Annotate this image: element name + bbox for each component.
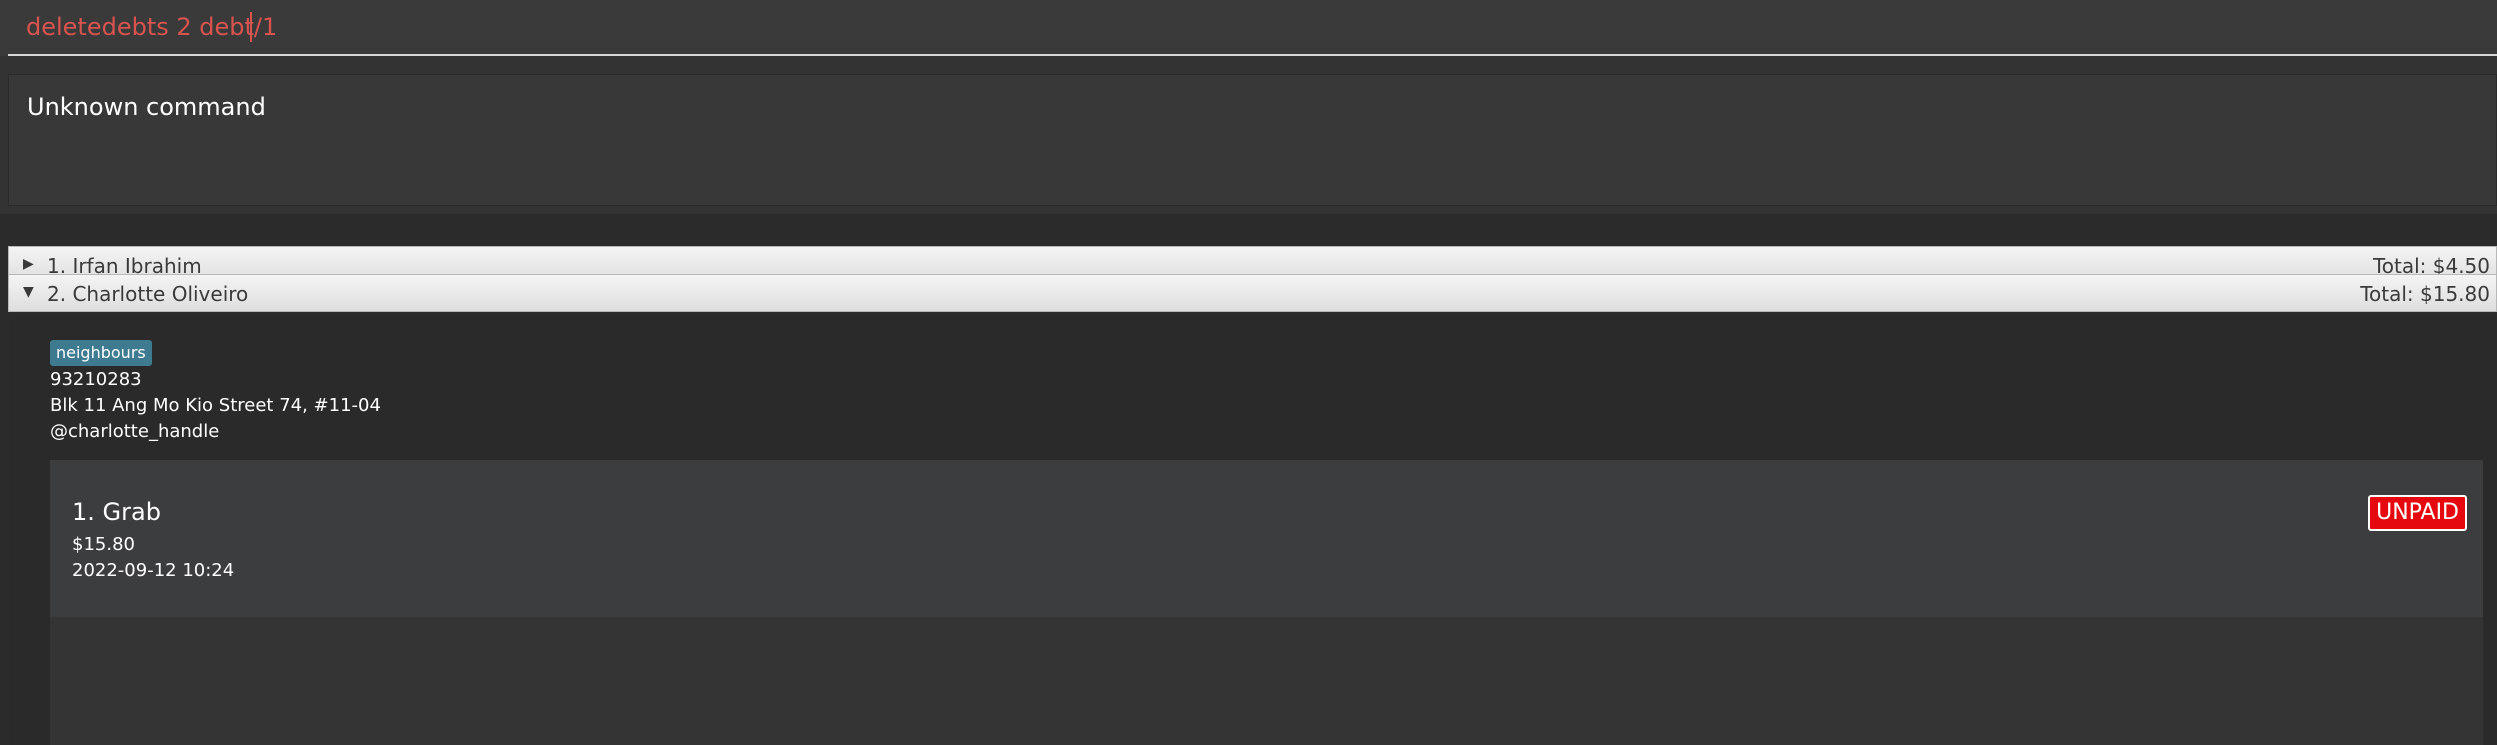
command-input[interactable] — [8, 0, 2497, 56]
panel-divider — [0, 214, 2497, 230]
address: Blk 11 Ang Mo Kio Street 74, #11-04 — [50, 395, 381, 416]
status-badge: UNPAID — [2368, 495, 2467, 531]
triangle-right-icon[interactable]: ▶ — [23, 256, 34, 272]
debt-list[interactable]: 1. Grab $15.80 2022-09-12 10:24 UNPAID — [50, 460, 2483, 745]
text-caret — [250, 12, 252, 42]
tag-badge: neighbours — [50, 340, 152, 366]
debt-item[interactable]: 1. Grab $15.80 2022-09-12 10:24 UNPAID — [50, 460, 2483, 617]
command-box — [0, 0, 2497, 56]
telegram-handle: @charlotte_handle — [50, 421, 220, 442]
person-header-2[interactable]: ▼ 2. Charlotte Oliveiro Total: $15.80 — [8, 274, 2497, 312]
phone-number: 93210283 — [50, 369, 142, 390]
person-total: Total: $15.80 — [2360, 282, 2490, 306]
result-display[interactable]: Unknown command — [8, 74, 2497, 206]
debt-datetime: 2022-09-12 10:24 — [72, 560, 235, 581]
result-message: Unknown command — [27, 93, 266, 121]
triangle-down-icon[interactable]: ▼ — [23, 284, 34, 300]
debt-title: 1. Grab — [72, 498, 161, 526]
person-name: 2. Charlotte Oliveiro — [47, 282, 249, 306]
debt-amount: $15.80 — [72, 534, 135, 555]
